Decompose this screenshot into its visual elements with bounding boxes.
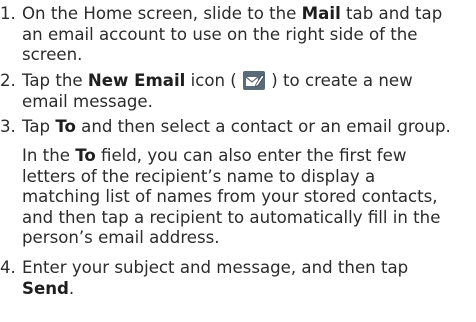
text-run: email message.: [22, 91, 153, 111]
text-run: letters of the recipient’s name to displ…: [22, 166, 376, 186]
instructions-page: 1. On the Home screen, slide to the Mail…: [0, 0, 476, 322]
step-3-note: In the To field, you can also enter the …: [22, 146, 476, 249]
text-run: In the: [22, 146, 76, 165]
step-text: Enter your subject and message, and then…: [22, 258, 476, 299]
text-run: Enter your subject and message, and then…: [22, 258, 409, 277]
step-number: 2.: [0, 71, 16, 90]
text-line: Tap To and then select a contact or an e…: [22, 117, 476, 138]
new-email-icon: [243, 71, 266, 90]
text-line: matching list of names from your stored …: [22, 187, 476, 208]
text-run: and then tap a recipient to automaticall…: [22, 207, 441, 227]
step-number: 3.: [0, 117, 16, 136]
text-line: screen.: [22, 45, 476, 66]
step-text: Tap To and then select a contact or an e…: [22, 117, 476, 138]
text-run: ) to create a new: [266, 71, 413, 90]
text-line: Send.: [22, 279, 476, 300]
text-run: .: [68, 278, 75, 298]
text-line: and then tap a recipient to automaticall…: [22, 208, 476, 229]
text-run: icon (: [185, 71, 243, 90]
step-number: 4.: [0, 258, 16, 277]
step-text: On the Home screen, slide to the Mail ta…: [22, 4, 476, 66]
text-run: and then select a contact or an email gr…: [75, 117, 451, 136]
text-run: an email account to use on the right sid…: [22, 24, 418, 44]
text-run: tab and tap: [340, 4, 443, 23]
text-line: email message.: [22, 92, 476, 113]
text-line: letters of the recipient’s name to displ…: [22, 167, 476, 188]
text-run: Tap the: [22, 71, 88, 90]
text-run: field, you can also enter the first few: [95, 146, 407, 165]
text-run: Tap: [22, 117, 56, 136]
step-number: 1.: [0, 4, 16, 23]
bold-term: Mail: [301, 4, 341, 23]
text-line: an email account to use on the right sid…: [22, 25, 476, 46]
text-line: In the To field, you can also enter the …: [22, 146, 476, 167]
text-line: Tap the New Email icon ( ) to create a n…: [22, 71, 476, 92]
text-line: person’s email address.: [22, 228, 476, 249]
bold-term: To: [55, 117, 76, 136]
bold-term: New Email: [87, 71, 186, 90]
text-run: person’s email address.: [22, 228, 220, 247]
text-run: On the Home screen, slide to the: [22, 4, 302, 23]
step-text: Tap the New Email icon ( ) to create a n…: [22, 71, 476, 112]
text-run: matching list of names from your stored …: [22, 187, 438, 206]
bold-term: Send: [22, 278, 69, 298]
text-run: screen.: [22, 45, 83, 64]
bold-term: To: [75, 146, 96, 165]
text-line: Enter your subject and message, and then…: [22, 258, 476, 279]
text-line: On the Home screen, slide to the Mail ta…: [22, 4, 476, 25]
